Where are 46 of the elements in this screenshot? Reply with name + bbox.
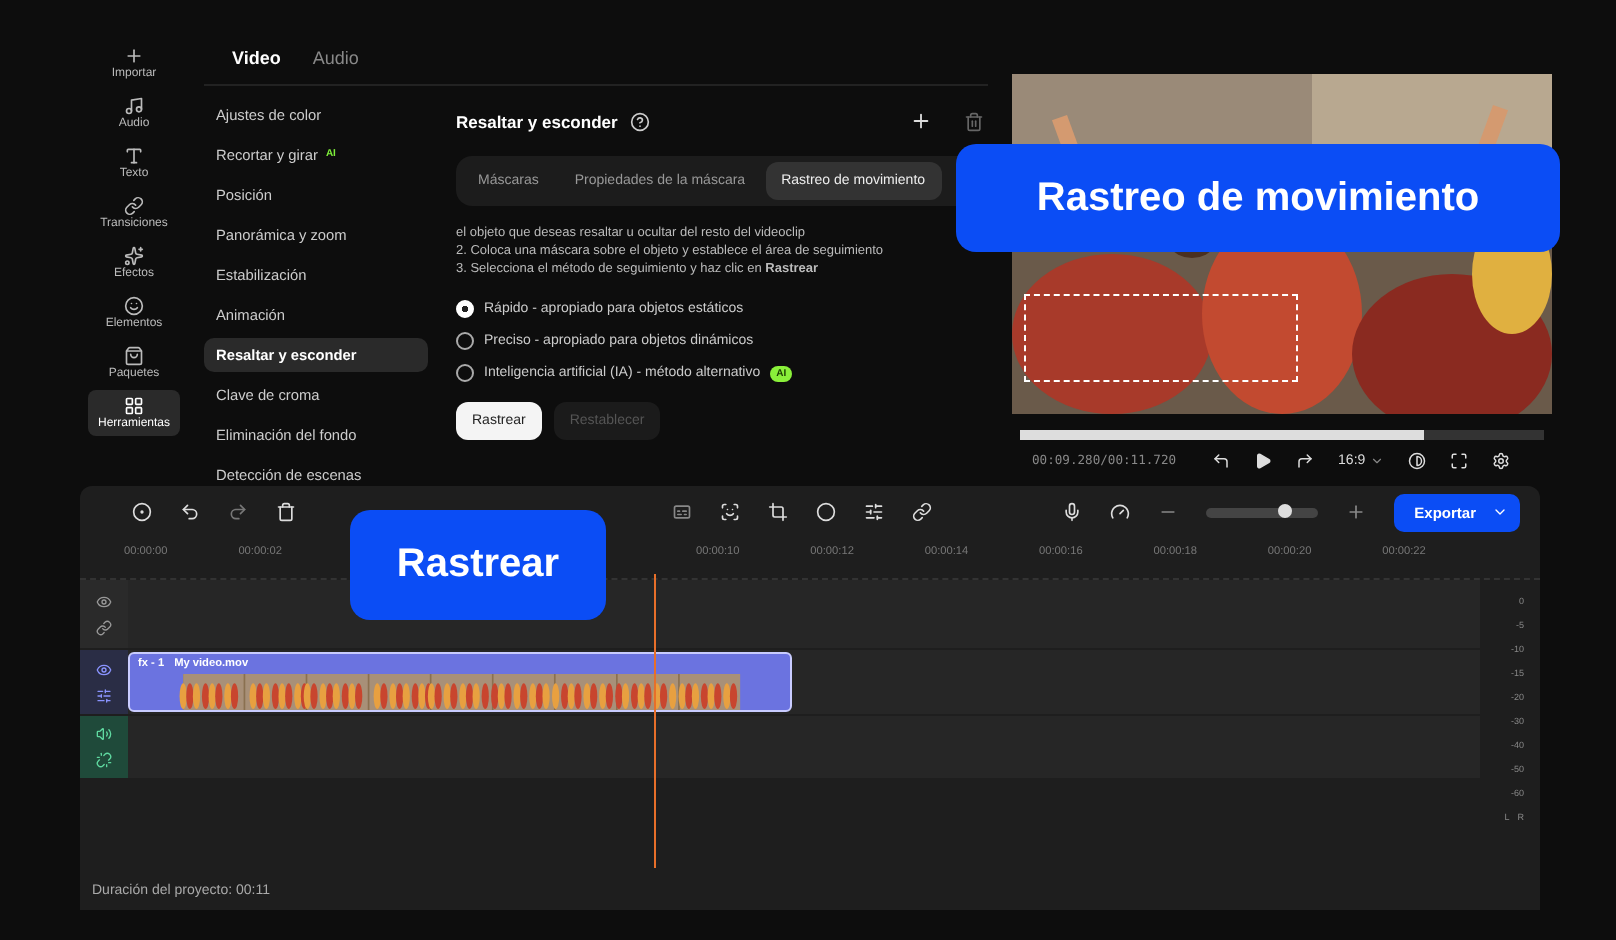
sparkle-icon: [124, 246, 144, 266]
settings-icon[interactable]: [1491, 452, 1510, 470]
undo-icon[interactable]: [180, 502, 200, 522]
link-icon: [124, 196, 144, 216]
radio-button[interactable]: [456, 364, 474, 382]
link-icon[interactable]: [96, 619, 112, 635]
zoom-in-icon[interactable]: [1346, 502, 1367, 522]
bag-icon: [124, 346, 144, 366]
crop-icon[interactable]: [768, 502, 788, 522]
zoom-slider[interactable]: [1206, 507, 1319, 517]
progress-bar[interactable]: [1020, 430, 1544, 440]
fullscreen-icon[interactable]: [1449, 452, 1468, 470]
unlink-icon[interactable]: [96, 752, 112, 768]
adjust-icon[interactable]: [96, 687, 112, 703]
grid-icon: [124, 396, 144, 416]
transition-icon[interactable]: [912, 502, 932, 522]
callout: Rastreo de movimiento: [956, 144, 1560, 252]
record-icon[interactable]: [132, 502, 152, 522]
redo-icon[interactable]: [228, 502, 248, 522]
smile-icon: [124, 296, 144, 316]
voice-icon[interactable]: [1062, 502, 1083, 522]
circle-icon[interactable]: [816, 502, 836, 522]
chevron-down-icon[interactable]: [1492, 504, 1508, 520]
add-icon[interactable]: [910, 110, 932, 132]
delete-icon[interactable]: [276, 502, 296, 522]
text-icon: [124, 146, 144, 166]
radio-button[interactable]: [456, 332, 474, 350]
section-title: Resaltar y esconder: [456, 111, 618, 131]
panel-tab[interactable]: Audio: [312, 48, 359, 68]
captions-icon[interactable]: [672, 502, 692, 522]
forward-icon[interactable]: [1296, 452, 1315, 470]
speaker-icon[interactable]: [96, 726, 112, 742]
help-icon[interactable]: [629, 111, 650, 131]
music-icon: [124, 96, 144, 116]
panel-tab[interactable]: Video: [232, 48, 281, 68]
face-scan-icon[interactable]: [720, 502, 740, 522]
eye-icon[interactable]: [96, 593, 112, 609]
eye-icon[interactable]: [96, 661, 112, 677]
plus-icon: [124, 46, 144, 66]
callout: Rastrear: [350, 510, 606, 620]
chevron-down-icon[interactable]: [1369, 454, 1384, 468]
sliders-icon[interactable]: [864, 502, 884, 522]
play-icon[interactable]: [1254, 452, 1273, 470]
trash-icon[interactable]: [964, 111, 984, 131]
rewind-icon[interactable]: [1212, 452, 1231, 470]
speed-icon[interactable]: [1110, 502, 1131, 522]
